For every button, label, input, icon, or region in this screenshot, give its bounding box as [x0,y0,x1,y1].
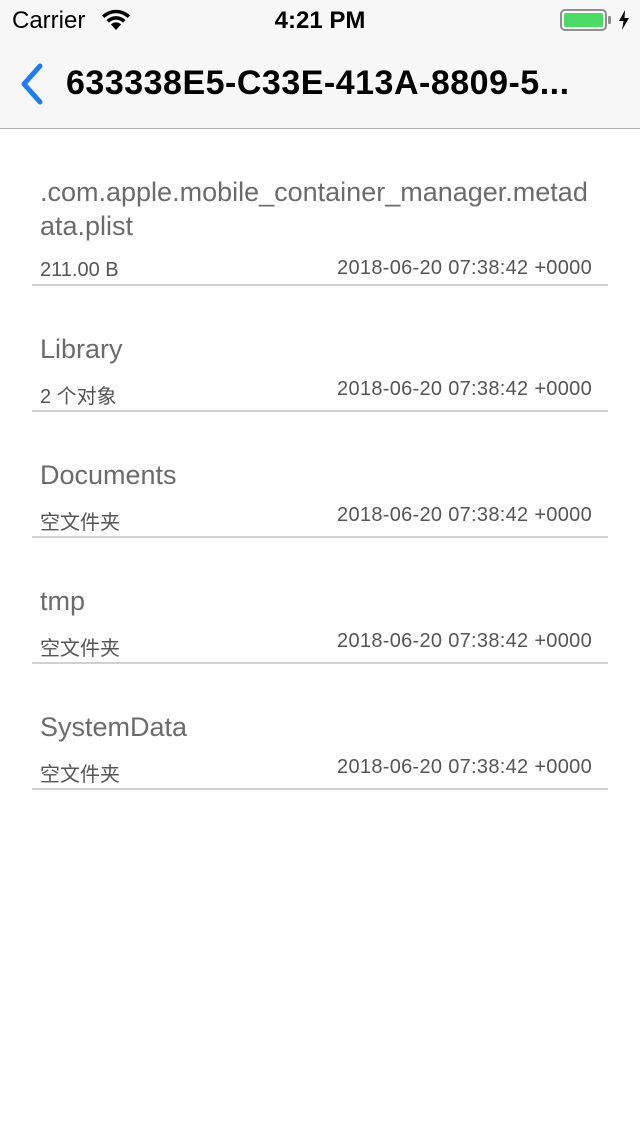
file-name: .com.apple.mobile_container_manager.meta… [40,177,588,241]
chevron-left-icon [21,63,43,105]
file-date: 2018-06-20 07:38:42 +0000 [337,378,592,400]
file-meta: 空文件夹 2018-06-20 07:38:42 +0000 [40,754,600,788]
list-item[interactable]: Library 2 个对象 2018-06-20 07:38:42 +0000 [32,286,608,412]
charging-bolt-icon [619,10,629,30]
file-size: 211.00 B [40,259,119,281]
file-meta: 211.00 B 2018-06-20 07:38:42 +0000 [40,255,600,289]
file-name: SystemData [40,712,188,742]
back-button[interactable] [10,58,54,110]
file-date: 2018-06-20 07:38:42 +0000 [337,630,592,652]
file-detail: 空文件夹 [40,512,120,534]
page-title: 633338E5-C33E-413A-8809-5... [66,64,570,102]
file-date: 2018-06-20 07:38:42 +0000 [337,504,592,526]
file-detail: 空文件夹 [40,638,120,660]
list-item[interactable]: tmp 空文件夹 2018-06-20 07:38:42 +0000 [32,538,608,664]
battery-icon [560,9,611,31]
navigation-bar: 633338E5-C33E-413A-8809-5... [0,40,640,129]
file-meta: 空文件夹 2018-06-20 07:38:42 +0000 [40,628,600,662]
file-meta: 2 个对象 2018-06-20 07:38:42 +0000 [40,376,600,410]
file-name: Documents [40,460,177,490]
status-time: 4:21 PM [274,7,366,34]
file-list: .com.apple.mobile_container_manager.meta… [0,129,640,790]
file-date: 2018-06-20 07:38:42 +0000 [337,756,592,778]
list-item[interactable]: Documents 空文件夹 2018-06-20 07:38:42 +0000 [32,412,608,538]
file-name: tmp [40,586,86,616]
file-date: 2018-06-20 07:38:42 +0000 [337,257,592,279]
file-detail: 2 个对象 [40,386,117,408]
list-item[interactable]: .com.apple.mobile_container_manager.meta… [32,129,608,286]
screen: Carrier 4:21 PM 633338E5-C33E-413A-8809-… [0,0,640,1136]
status-bar: Carrier 4:21 PM [0,0,640,40]
file-name: Library [40,334,123,364]
file-meta: 空文件夹 2018-06-20 07:38:42 +0000 [40,502,600,536]
file-detail: 空文件夹 [40,764,120,786]
list-item[interactable]: SystemData 空文件夹 2018-06-20 07:38:42 +000… [32,664,608,790]
